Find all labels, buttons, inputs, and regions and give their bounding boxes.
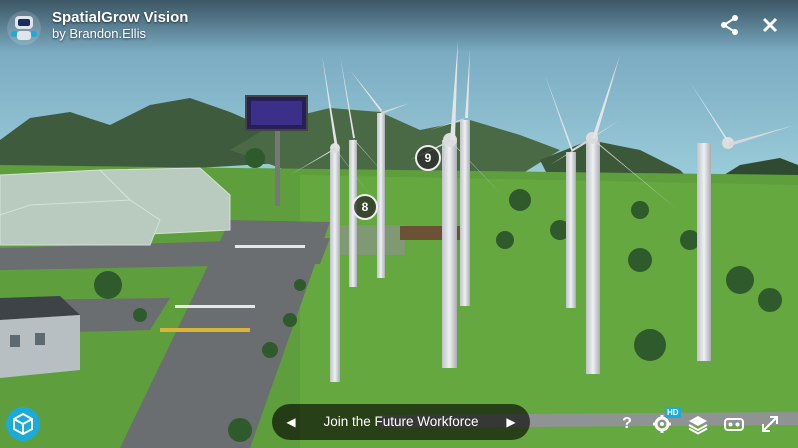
layers-icon[interactable] — [687, 413, 709, 435]
speed-bump — [160, 328, 250, 332]
author-link[interactable]: Brandon.Ellis — [69, 26, 146, 41]
building — [0, 296, 80, 378]
vr-icon[interactable] — [723, 413, 745, 435]
model-title[interactable]: SpatialGrow Vision — [52, 9, 188, 26]
sketchfab-logo-button[interactable] — [6, 407, 40, 441]
close-icon[interactable] — [757, 12, 783, 38]
viewer-header: SpatialGrow Vision by Brandon.Ellis — [0, 0, 798, 52]
annotation-title[interactable]: Join the Future Workforce — [302, 414, 500, 429]
chevron-right-icon[interactable]: ▶ — [502, 413, 520, 431]
hd-badge: HD — [665, 407, 681, 418]
annotation-hotspot-9[interactable]: 9 — [415, 145, 441, 171]
robot-avatar-icon[interactable] — [6, 10, 42, 46]
annotation-hotspot-8[interactable]: 8 — [352, 194, 378, 220]
model-author: by Brandon.Ellis — [52, 26, 146, 41]
chevron-left-icon[interactable]: ◀ — [282, 413, 300, 431]
author-prefix: by — [52, 26, 66, 41]
fullscreen-icon[interactable] — [759, 413, 781, 435]
share-icon[interactable] — [717, 12, 743, 38]
3d-viewport[interactable] — [0, 0, 798, 448]
help-icon[interactable]: ? — [616, 413, 638, 435]
cube-logo-icon — [13, 412, 33, 436]
annotation-navigator: ◀ Join the Future Workforce ▶ — [272, 404, 530, 440]
